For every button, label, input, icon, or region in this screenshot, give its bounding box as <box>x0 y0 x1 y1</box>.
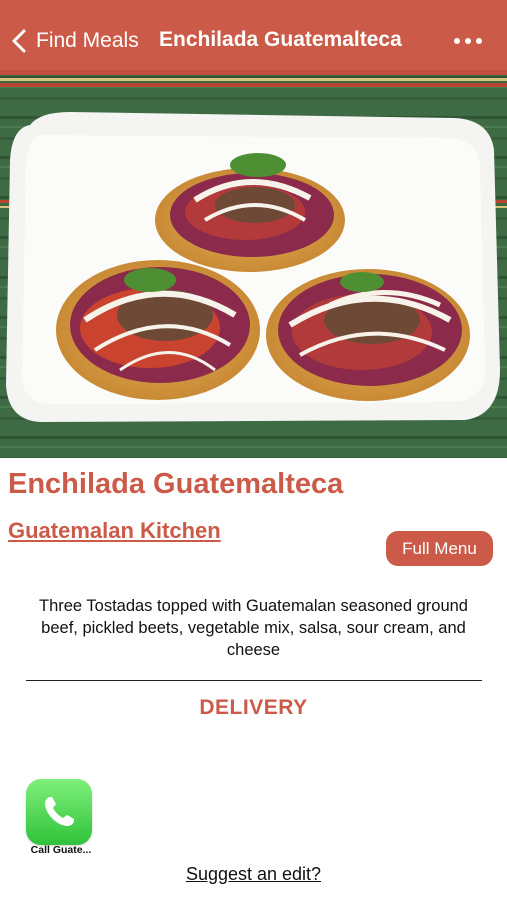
back-button[interactable]: Find Meals <box>10 24 139 58</box>
navigation-bar: Find Meals Enchilada Guatemalteca <box>0 0 507 70</box>
call-button[interactable] <box>26 779 92 845</box>
call-button-label: Call Guate... <box>30 844 92 856</box>
ellipsis-icon <box>454 38 482 44</box>
full-menu-button[interactable]: Full Menu <box>386 531 493 566</box>
dish-title: Enchilada Guatemalteca <box>8 468 344 500</box>
restaurant-link[interactable]: Guatemalan Kitchen <box>8 518 221 544</box>
chevron-left-icon <box>12 29 26 53</box>
back-button-label: Find Meals <box>36 29 139 52</box>
dish-description: Three Tostadas topped with Guatemalan se… <box>39 597 468 659</box>
divider <box>26 680 482 681</box>
service-type-label: DELIVERY <box>199 696 308 719</box>
suggest-edit-link[interactable]: Suggest an edit? <box>0 864 507 885</box>
phone-icon <box>45 797 74 826</box>
nav-title: Enchilada Guatemalteca <box>159 28 402 51</box>
more-options-button[interactable] <box>451 28 485 54</box>
dish-photo <box>0 70 507 458</box>
